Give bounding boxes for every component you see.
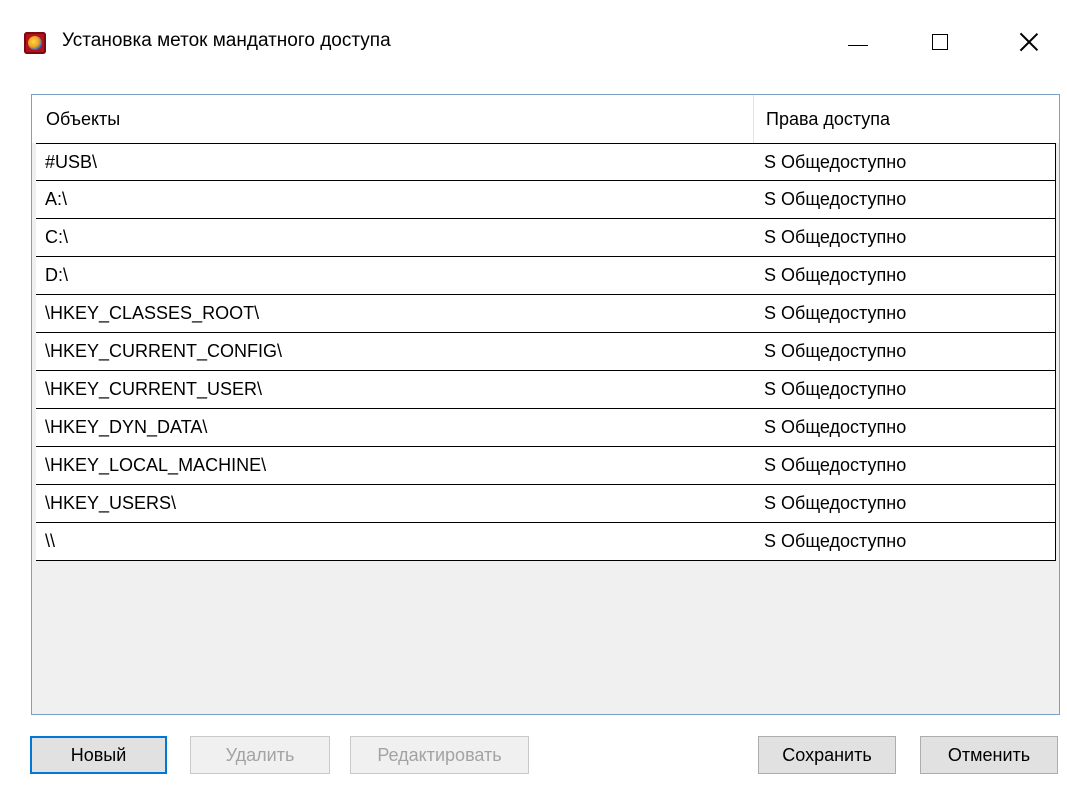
object-cell[interactable]: \HKEY_CLASSES_ROOT\ — [36, 295, 755, 333]
object-cell[interactable]: \HKEY_CURRENT_CONFIG\ — [36, 333, 755, 371]
rights-cell[interactable]: S Общедоступно — [754, 523, 1056, 561]
table-row[interactable]: \HKEY_USERS\ S Общедоступно — [32, 485, 1059, 523]
minimize-icon — [848, 44, 868, 46]
rights-cell[interactable]: S Общедоступно — [754, 371, 1056, 409]
rights-cell[interactable]: S Общедоступно — [754, 143, 1056, 181]
cancel-button[interactable]: Отменить — [920, 736, 1058, 774]
table-row[interactable]: \HKEY_CURRENT_CONFIG\ S Общедоступно — [32, 333, 1059, 371]
object-cell[interactable]: \HKEY_DYN_DATA\ — [36, 409, 755, 447]
objects-grid[interactable]: Объекты Права доступа #USB\ S Общедоступн… — [31, 94, 1060, 715]
rights-cell[interactable]: S Общедоступно — [754, 181, 1056, 219]
rights-cell[interactable]: S Общедоступно — [754, 219, 1056, 257]
window-title: Установка меток мандатного доступа — [62, 30, 391, 51]
close-icon — [1019, 32, 1039, 52]
maximize-button[interactable] — [914, 20, 966, 64]
rights-cell[interactable]: S Общедоступно — [754, 257, 1056, 295]
table-row[interactable]: A:\ S Общедоступно — [32, 181, 1059, 219]
table-row[interactable]: D:\ S Общедоступно — [32, 257, 1059, 295]
maximize-icon — [932, 34, 948, 50]
table-row[interactable]: \HKEY_LOCAL_MACHINE\ S Общедоступно — [32, 447, 1059, 485]
object-cell[interactable]: \\ — [36, 523, 755, 561]
table-row[interactable]: #USB\ S Общедоступно — [32, 143, 1059, 181]
object-cell[interactable]: #USB\ — [36, 143, 755, 181]
object-cell[interactable]: D:\ — [36, 257, 755, 295]
table-row[interactable]: \HKEY_DYN_DATA\ S Общедоступно — [32, 409, 1059, 447]
rights-cell[interactable]: S Общедоступно — [754, 409, 1056, 447]
object-cell[interactable]: C:\ — [36, 219, 755, 257]
rights-cell[interactable]: S Общедоступно — [754, 295, 1056, 333]
minimize-button[interactable] — [832, 20, 884, 64]
delete-button[interactable]: Удалить — [190, 736, 330, 774]
mandatory-access-labels-window: Установка меток мандатного доступа Объек… — [0, 0, 1067, 787]
object-cell[interactable]: \HKEY_CURRENT_USER\ — [36, 371, 755, 409]
grid-rows: #USB\ S Общедоступно A:\ S Общедоступно C:\ S… — [32, 143, 1059, 561]
title-bar[interactable]: Установка меток мандатного доступа — [0, 0, 1067, 84]
close-button[interactable] — [1003, 20, 1055, 64]
table-row[interactable]: \\ S Общедоступно — [32, 523, 1059, 561]
table-row[interactable]: C:\ S Общедоступно — [32, 219, 1059, 257]
app-shield-icon — [24, 32, 46, 54]
object-cell[interactable]: \HKEY_USERS\ — [36, 485, 755, 523]
rights-cell[interactable]: S Общедоступно — [754, 447, 1056, 485]
grid-header: Объекты Права доступа — [32, 95, 1059, 143]
table-row[interactable]: \HKEY_CLASSES_ROOT\ S Общедоступно — [32, 295, 1059, 333]
edit-button[interactable]: Редактировать — [350, 736, 529, 774]
new-button[interactable]: Новый — [30, 736, 167, 774]
object-cell[interactable]: A:\ — [36, 181, 755, 219]
rights-cell[interactable]: S Общедоступно — [754, 333, 1056, 371]
table-row[interactable]: \HKEY_CURRENT_USER\ S Общедоступно — [32, 371, 1059, 409]
object-cell[interactable]: \HKEY_LOCAL_MACHINE\ — [36, 447, 755, 485]
column-header-rights[interactable]: Права доступа — [754, 95, 1054, 143]
rights-cell[interactable]: S Общедоступно — [754, 485, 1056, 523]
column-header-objects[interactable]: Объекты — [36, 95, 754, 143]
save-button[interactable]: Сохранить — [758, 736, 896, 774]
